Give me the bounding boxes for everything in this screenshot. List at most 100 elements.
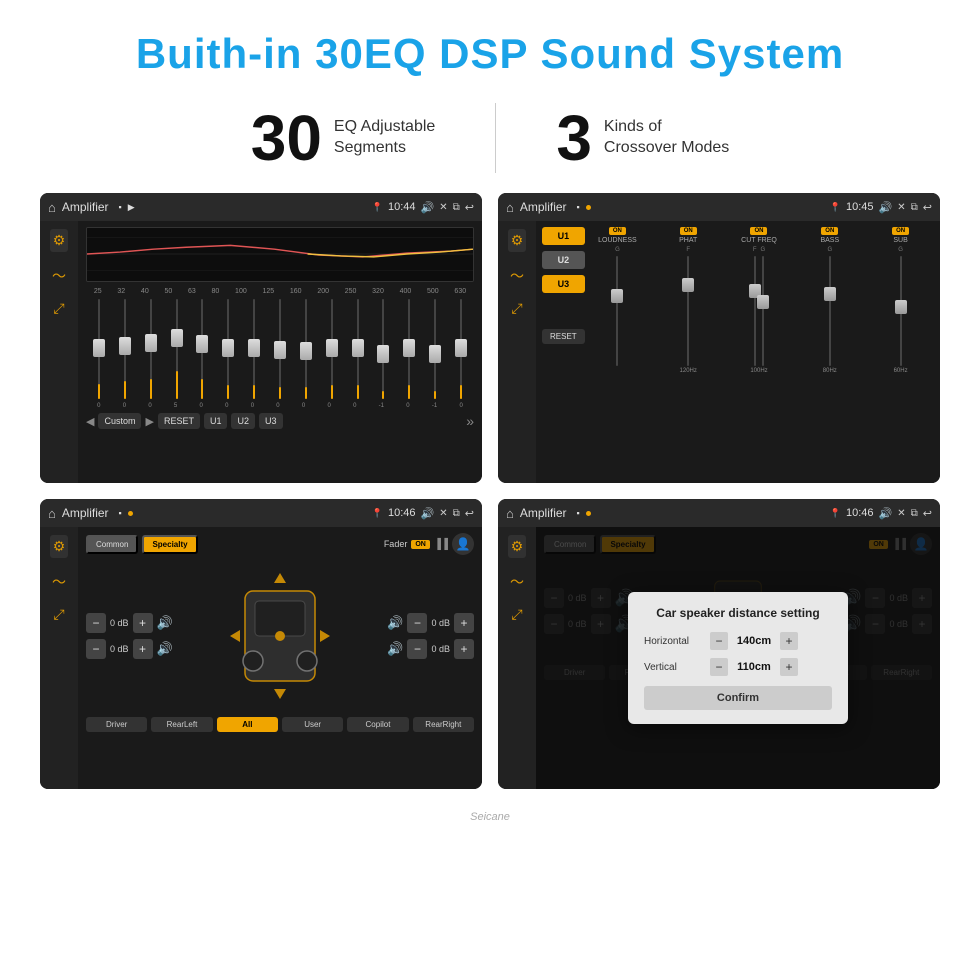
dialog-title: Car speaker distance setting	[644, 606, 832, 620]
eq-prev-btn[interactable]: ◀	[86, 415, 94, 428]
home-icon[interactable]: ⌂	[48, 200, 56, 215]
crossover-reset-btn[interactable]: RESET	[542, 329, 585, 344]
dialog-vertical-plus-btn[interactable]: +	[780, 658, 798, 676]
back-icon[interactable]: ↩	[465, 201, 474, 214]
eq-u2-btn[interactable]: U2	[231, 413, 255, 429]
eq-graph	[86, 227, 474, 282]
ch3-minus-btn[interactable]: −	[407, 613, 427, 633]
eq-sidebar: ⚙ 〜 ⤢	[40, 221, 78, 483]
eq-sidebar-expand-icon[interactable]: ⤢	[53, 300, 64, 317]
ch4-minus-btn[interactable]: −	[407, 639, 427, 659]
distance-home-icon[interactable]: ⌂	[506, 506, 514, 521]
confirm-button[interactable]: Confirm	[644, 686, 832, 710]
specialty-tab-btn[interactable]: Specialty	[142, 535, 197, 554]
fader-sidebar-sliders-icon[interactable]: ⚙	[50, 535, 69, 558]
distance-main: Common Specialty ON ▐▐ 👤 −0 dB+🔊 −0 dB+🔊	[536, 527, 940, 789]
eq-slider-13[interactable]	[401, 299, 417, 399]
distance-sidebar-wave-icon[interactable]: 〜	[510, 572, 524, 592]
eq-slider-8[interactable]	[272, 299, 288, 399]
all-btn[interactable]: All	[217, 717, 278, 732]
eq-custom-btn[interactable]: Custom	[98, 413, 141, 429]
ch1-minus-btn[interactable]: −	[86, 613, 106, 633]
eq-more-icon[interactable]: »	[466, 413, 474, 429]
stat-crossover-label: Kinds of Crossover Modes	[604, 117, 729, 159]
distance-time: 10:46	[846, 507, 874, 519]
crossover-back-icon[interactable]: ↩	[923, 201, 932, 214]
crossover-sidebar-sliders-icon[interactable]: ⚙	[508, 229, 527, 252]
eq-reset-btn[interactable]: RESET	[158, 413, 200, 429]
person-icon-btn[interactable]: 👤	[452, 533, 474, 555]
ch2-minus-btn[interactable]: −	[86, 639, 106, 659]
fader-sidebar-wave-icon[interactable]: 〜	[52, 572, 66, 592]
eq-next-btn[interactable]: ▶	[145, 415, 153, 428]
common-tab-btn[interactable]: Common	[86, 535, 138, 554]
window-icon[interactable]: ⧉	[453, 202, 460, 213]
eq-values-row: 00050000000-10-10	[86, 403, 474, 409]
screen-fader: ⌂ Amplifier ▪ 📍 10:46 🔊 ✕ ⧉ ↩ ⚙ 〜 ⤢	[40, 499, 482, 789]
fader-close-icon[interactable]: ✕	[439, 508, 447, 519]
preset-u2-btn[interactable]: U2	[542, 251, 585, 269]
dialog-vertical-label: Vertical	[644, 662, 704, 673]
close-icon[interactable]: ✕	[439, 202, 447, 213]
ch2-db: 0 dB	[110, 644, 129, 654]
ch2-plus-btn[interactable]: +	[133, 639, 153, 659]
eq-slider-4[interactable]	[169, 299, 185, 399]
eq-freq-labels: 25 32 40 50 63 80 100 125 160 200 250 32…	[86, 288, 474, 295]
eq-slider-15[interactable]	[453, 299, 469, 399]
eq-slider-14[interactable]	[427, 299, 443, 399]
preset-u1-btn[interactable]: U1	[542, 227, 585, 245]
dialog-vertical-minus-btn[interactable]: −	[710, 658, 728, 676]
crossover-record-icon: ▪	[577, 202, 580, 212]
stat-eq: 30 EQ Adjustable Segments	[191, 106, 496, 170]
fader-on-badge[interactable]: ON	[411, 540, 430, 549]
crossover-home-icon[interactable]: ⌂	[506, 200, 514, 215]
fader-window-icon[interactable]: ⧉	[453, 508, 460, 519]
fader-home-icon[interactable]: ⌂	[48, 506, 56, 521]
screens-grid: ⌂ Amplifier ▪ ▶ 📍 10:44 🔊 ✕ ⧉ ↩ ⚙ 〜 ⤢	[0, 193, 980, 809]
distance-sidebar-sliders-icon[interactable]: ⚙	[508, 535, 527, 558]
dialog-overlay: Car speaker distance setting Horizontal …	[536, 527, 940, 789]
distance-window-icon[interactable]: ⧉	[911, 508, 918, 519]
eq-slider-5[interactable]	[194, 299, 210, 399]
person-icon: 👤	[456, 537, 471, 551]
eq-slider-7[interactable]	[246, 299, 262, 399]
eq-sidebar-sliders-icon[interactable]: ⚙	[50, 229, 69, 252]
eq-u3-btn[interactable]: U3	[259, 413, 283, 429]
eq-u1-btn[interactable]: U1	[204, 413, 228, 429]
eq-slider-6[interactable]	[220, 299, 236, 399]
driver-btn[interactable]: Driver	[86, 717, 147, 732]
user-btn[interactable]: User	[282, 717, 343, 732]
preset-u3-btn[interactable]: U3	[542, 275, 585, 293]
eq-slider-9[interactable]	[298, 299, 314, 399]
fader-back-icon[interactable]: ↩	[465, 507, 474, 520]
ch4-plus-btn[interactable]: +	[454, 639, 474, 659]
eq-slider-10[interactable]	[324, 299, 340, 399]
distance-sidebar-expand-icon[interactable]: ⤢	[511, 606, 522, 623]
fader-sidebar-expand-icon[interactable]: ⤢	[53, 606, 64, 623]
dialog-horizontal-minus-btn[interactable]: −	[710, 632, 728, 650]
car-diagram	[179, 561, 382, 711]
distance-close-icon[interactable]: ✕	[897, 508, 905, 519]
eq-slider-2[interactable]	[117, 299, 133, 399]
ch3-plus-btn[interactable]: +	[454, 613, 474, 633]
right-controls: 🔊 − 0 dB + 🔊 − 0 dB +	[387, 613, 474, 659]
dialog-horizontal-plus-btn[interactable]: +	[780, 632, 798, 650]
eq-slider-1[interactable]	[91, 299, 107, 399]
distance-topbar: ⌂ Amplifier ▪ 📍 10:46 🔊 ✕ ⧉ ↩	[498, 499, 940, 527]
eq-slider-12[interactable]	[375, 299, 391, 399]
crossover-close-icon[interactable]: ✕	[897, 202, 905, 213]
crossover-sidebar-expand-icon[interactable]: ⤢	[511, 300, 522, 317]
crossover-window-icon[interactable]: ⧉	[911, 202, 918, 213]
ch1-plus-btn[interactable]: +	[133, 613, 153, 633]
rearleft-btn[interactable]: RearLeft	[151, 717, 212, 732]
crossover-sidebar-wave-icon[interactable]: 〜	[510, 266, 524, 286]
distance-back-icon[interactable]: ↩	[923, 507, 932, 520]
eq-slider-3[interactable]	[143, 299, 159, 399]
copilot-btn[interactable]: Copilot	[347, 717, 408, 732]
play-icon: ▶	[128, 202, 135, 213]
eq-sidebar-wave-icon[interactable]: 〜	[52, 266, 66, 286]
eq-slider-11[interactable]	[350, 299, 366, 399]
fader-topbar-icons: 📍 10:46 🔊 ✕ ⧉ ↩	[372, 507, 474, 520]
dialog-vertical-row: Vertical − 110cm +	[644, 658, 832, 676]
rearright-btn[interactable]: RearRight	[413, 717, 474, 732]
